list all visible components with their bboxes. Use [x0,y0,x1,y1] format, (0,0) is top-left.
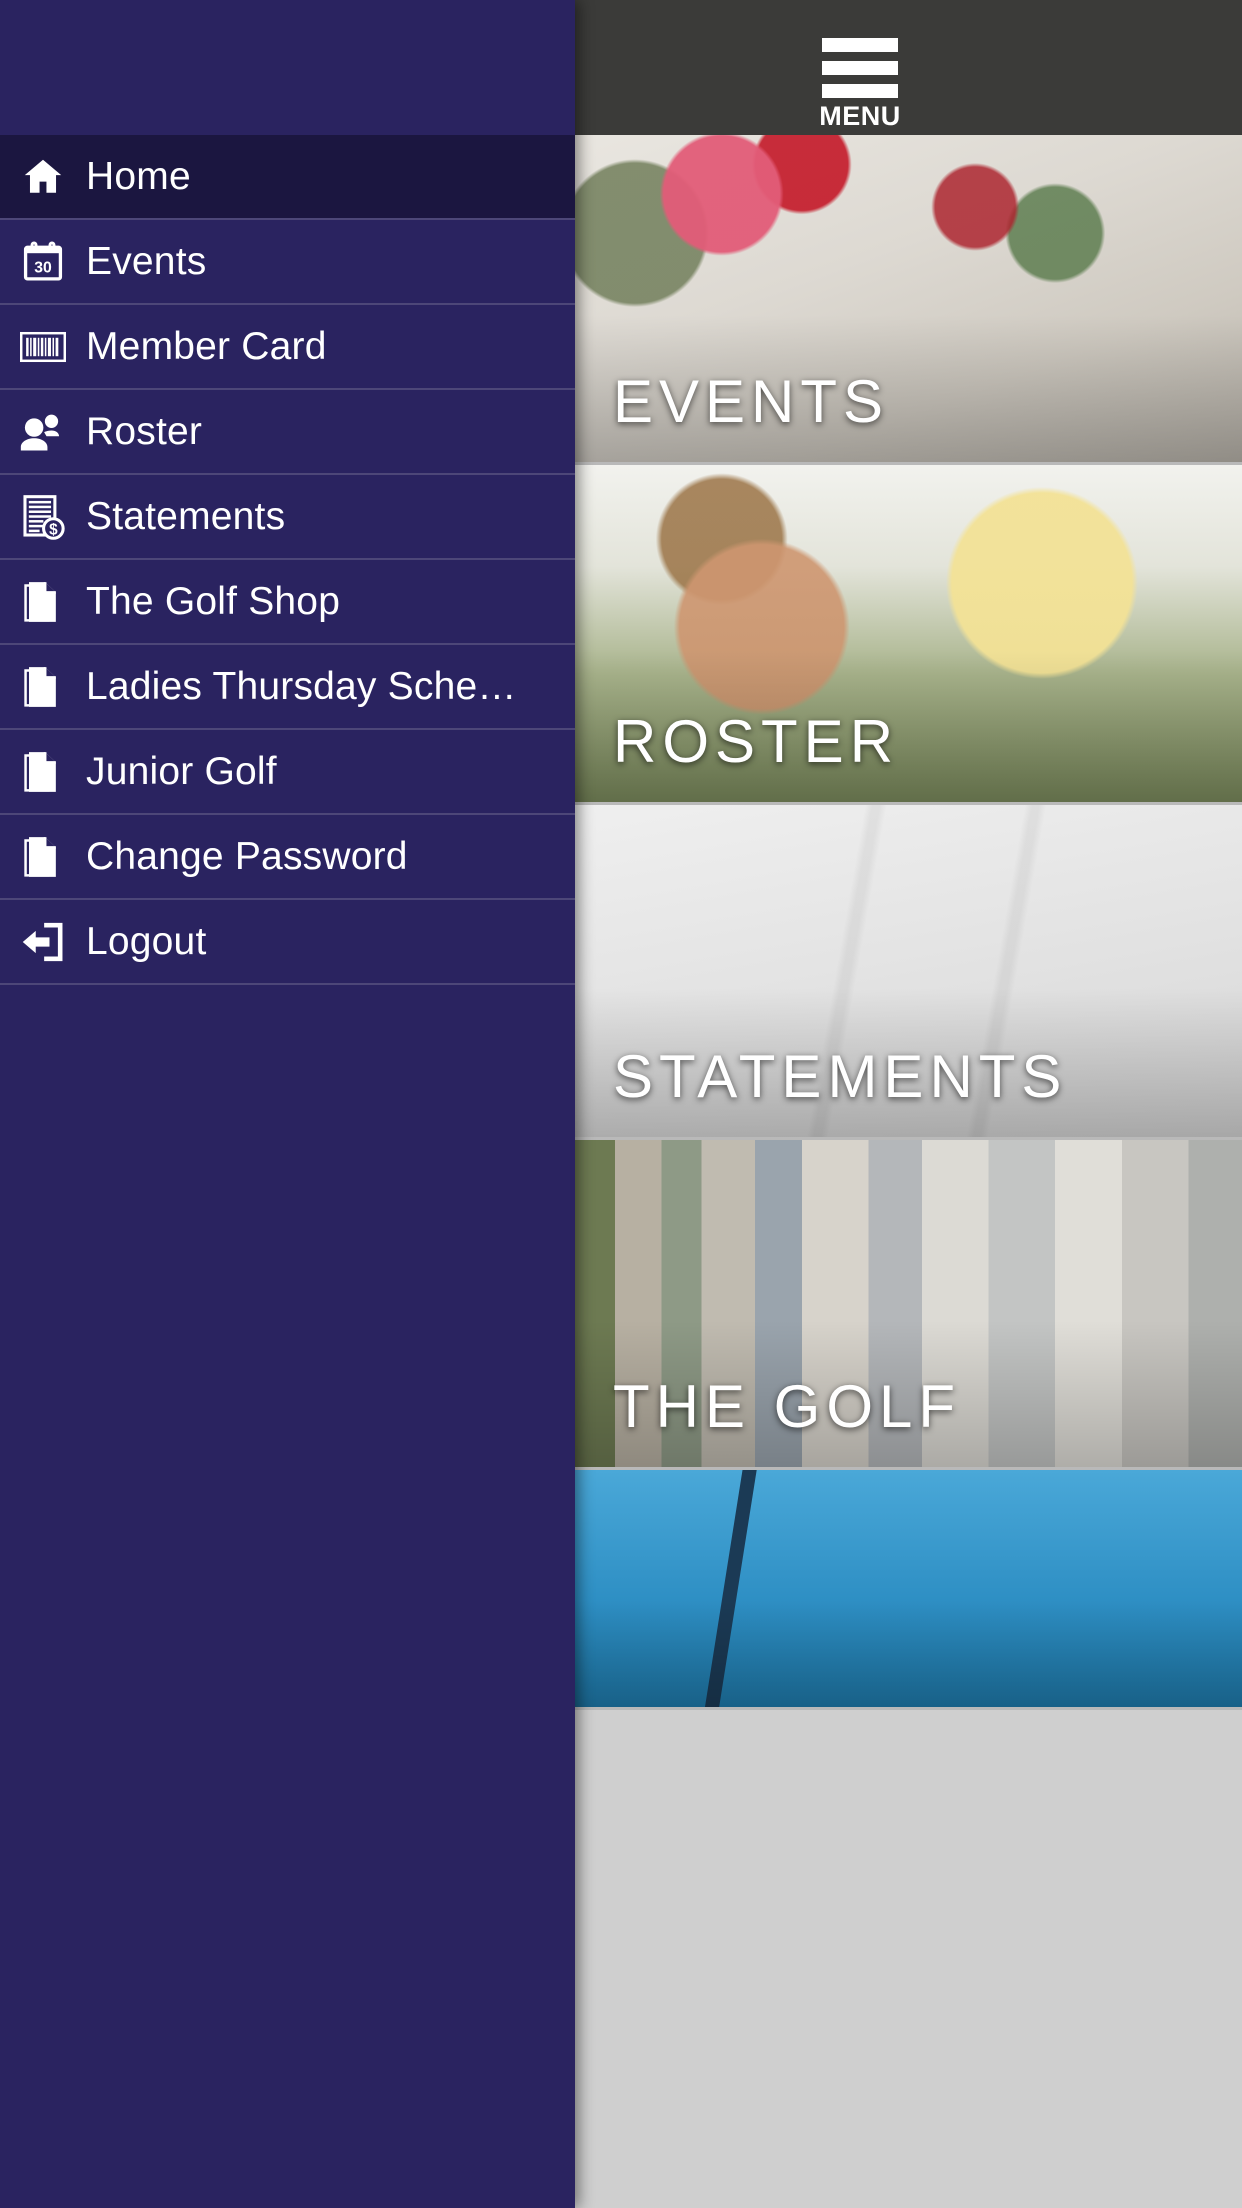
card-label: ROSTER [613,708,900,775]
svg-text:$: $ [49,521,58,538]
drawer-item-the-golf-shop[interactable]: The Golf Shop [0,560,575,645]
drawer-empty-space [0,985,575,2185]
app-root: MENU EVENTS ROSTER STATEMENTS THE GOLF Home… [0,0,1242,2208]
drawer-item-label: Ladies Thursday Sche… [86,664,517,708]
drawer-item-home[interactable]: Home [0,135,575,220]
top-app-bar: MENU [575,0,1242,135]
content-card[interactable]: STATEMENTS [575,805,1242,1140]
navigation-drawer: Home 30 Events Member Card Roster $ Statements… [0,0,575,2208]
menu-button-label: MENU [819,101,901,131]
drawer-item-label: Roster [86,409,203,453]
content-card[interactable]: ROSTER [575,465,1242,805]
drawer-item-label: Member Card [86,324,327,368]
drawer-item-junior-golf[interactable]: Junior Golf [0,730,575,815]
drawer-item-roster[interactable]: Roster [0,390,575,475]
card-gradient-overlay [575,1600,1242,1707]
home-icon [0,154,86,200]
document-icon [0,749,86,795]
hamburger-menu-icon [822,38,898,98]
content-card[interactable]: THE GOLF [575,1140,1242,1470]
menu-button[interactable]: MENU [810,38,910,130]
drawer-item-label: The Golf Shop [86,579,341,623]
drawer-item-logout[interactable]: Logout [0,900,575,985]
drawer-item-events[interactable]: 30 Events [0,220,575,305]
document-icon [0,834,86,880]
drawer-item-member-card[interactable]: Member Card [0,305,575,390]
content-card[interactable]: EVENTS [575,135,1242,465]
drawer-item-label: Change Password [86,834,408,878]
logout-icon [0,921,86,963]
drawer-item-change-password[interactable]: Change Password [0,815,575,900]
people-icon [0,411,86,453]
card-label: THE GOLF [613,1373,962,1440]
drawer-item-label: Statements [86,494,286,538]
drawer-item-label: Junior Golf [86,749,277,793]
content-card[interactable] [575,1470,1242,1710]
document-icon [0,579,86,625]
drawer-item-label: Home [86,154,191,198]
svg-text:30: 30 [34,259,52,276]
drawer-item-label: Logout [86,919,207,963]
content-column: MENU EVENTS ROSTER STATEMENTS THE GOLF [575,0,1242,2208]
card-label: EVENTS [613,368,890,435]
card-label: STATEMENTS [613,1043,1068,1110]
calendar-icon: 30 [0,240,86,284]
drawer-header-spacer [0,0,575,135]
drawer-item-ladies-thursday-sche[interactable]: Ladies Thursday Sche… [0,645,575,730]
card-list: EVENTS ROSTER STATEMENTS THE GOLF [575,135,1242,1710]
invoice-icon: $ [0,494,86,540]
drawer-item-label: Events [86,239,207,283]
drawer-item-statements[interactable]: $ Statements [0,475,575,560]
barcode-icon [0,330,86,364]
drawer-menu-list: Home 30 Events Member Card Roster $ Statements… [0,135,575,985]
document-icon [0,664,86,710]
